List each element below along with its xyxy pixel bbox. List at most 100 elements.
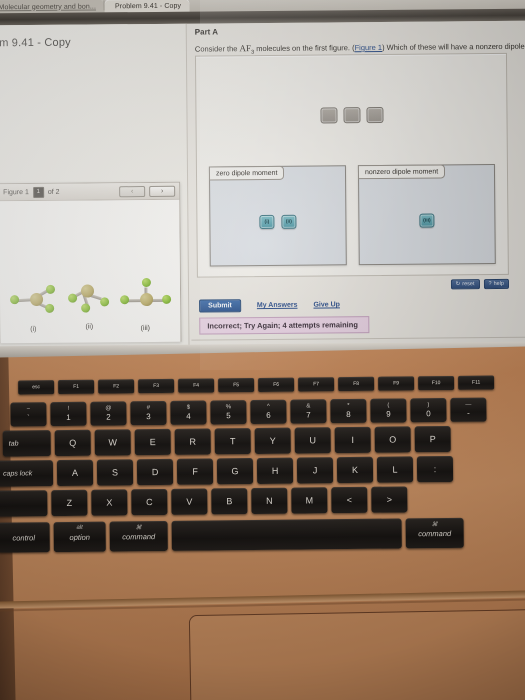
key-f1[interactable]: F1 bbox=[58, 379, 95, 395]
key-c[interactable]: C bbox=[131, 488, 168, 516]
key-7[interactable]: & 7 bbox=[290, 399, 327, 424]
key-4[interactable]: $ 4 bbox=[170, 400, 207, 425]
key-f[interactable]: F bbox=[176, 458, 214, 485]
key-f3[interactable]: F3 bbox=[138, 378, 175, 394]
source-tile[interactable] bbox=[319, 107, 338, 124]
key-v[interactable]: V bbox=[171, 488, 208, 515]
key-k[interactable]: K bbox=[336, 456, 374, 484]
key-shift-left[interactable]: ft bbox=[0, 490, 48, 517]
keyboard-number-row[interactable]: ~ ` ! 1 @ 2 # 3 $ 4 % 5 ^ 6 & 7 * 8 (9 … bbox=[10, 397, 487, 427]
key-lower: 1 bbox=[66, 412, 71, 422]
key-esc[interactable]: esc bbox=[18, 380, 55, 395]
keyboard-modifier-row[interactable]: control alt option ⌘ command ⌘ command bbox=[0, 517, 464, 553]
key-f9[interactable]: F9 bbox=[378, 376, 415, 391]
key-upper: * bbox=[347, 403, 350, 410]
key-w[interactable]: W bbox=[94, 429, 131, 456]
key-control[interactable]: control bbox=[0, 522, 50, 553]
keyboard-function-row[interactable]: esc F1 F2 F3 F4 F5 F6 F7 F8 F9 F10 F11 bbox=[18, 375, 495, 395]
answer-tile[interactable]: (ii) bbox=[281, 214, 297, 229]
key-f6[interactable]: F6 bbox=[258, 377, 295, 392]
key-tab[interactable]: tab bbox=[2, 430, 51, 457]
key-command-left[interactable]: ⌘ command bbox=[109, 520, 168, 552]
key-f2[interactable]: F2 bbox=[98, 379, 135, 394]
key-m[interactable]: M bbox=[291, 487, 328, 514]
key-q[interactable]: Q bbox=[54, 429, 91, 457]
key-f11[interactable]: F11 bbox=[458, 375, 495, 390]
figure-next-button[interactable]: › bbox=[149, 185, 176, 197]
key-2[interactable]: @ 2 bbox=[90, 401, 127, 426]
key-period[interactable]: > bbox=[371, 486, 408, 513]
key-a[interactable]: A bbox=[56, 459, 94, 487]
key-lower: 2 bbox=[106, 412, 111, 422]
key-command-right[interactable]: ⌘ command bbox=[405, 517, 464, 549]
source-tile-tray[interactable] bbox=[196, 106, 506, 125]
figure-label: Figure 1 bbox=[3, 188, 29, 196]
help-button[interactable]: ? help bbox=[483, 278, 510, 290]
action-row: Submit My Answers Give Up bbox=[199, 298, 340, 313]
figure-prev-button[interactable]: ‹ bbox=[119, 185, 146, 197]
key-3[interactable]: # 3 bbox=[130, 400, 167, 426]
source-tile[interactable] bbox=[342, 107, 361, 124]
key-h[interactable]: H bbox=[256, 457, 294, 484]
page-title: em 9.41 - Copy bbox=[0, 36, 71, 50]
key-p[interactable]: P bbox=[414, 425, 451, 453]
key-z[interactable]: Z bbox=[51, 489, 88, 517]
key-x[interactable]: X bbox=[91, 489, 128, 516]
key-minus[interactable]: — - bbox=[450, 397, 487, 422]
key-l[interactable]: L bbox=[376, 456, 414, 483]
submit-button[interactable]: Submit bbox=[199, 299, 241, 313]
key-semicolon[interactable]: : bbox=[416, 455, 454, 483]
key-e[interactable]: E bbox=[134, 428, 171, 456]
keyboard-home-row[interactable]: caps lock A S D F G H J K L : bbox=[0, 455, 454, 487]
key-6[interactable]: ^ 6 bbox=[250, 399, 287, 425]
key-8[interactable]: * 8 bbox=[330, 398, 367, 424]
drag-drop-answer-area[interactable]: zero dipole moment (i) (ii) nonzero dipo… bbox=[194, 52, 509, 278]
key-5[interactable]: % 5 bbox=[210, 400, 247, 425]
keyboard-bottom-letter-row[interactable]: ft Z X C V B N M < > bbox=[0, 486, 408, 517]
answer-tile[interactable]: (iii) bbox=[419, 213, 435, 228]
figure-number-select[interactable]: 1 bbox=[32, 186, 44, 198]
key-caps-lock[interactable]: caps lock bbox=[0, 460, 54, 487]
keyboard[interactable]: esc F1 F2 F3 F4 F5 F6 F7 F8 F9 F10 F11 ~… bbox=[0, 375, 525, 611]
key-g[interactable]: G bbox=[216, 458, 254, 485]
my-answers-link[interactable]: My Answers bbox=[257, 302, 298, 309]
bin-zero-dipole[interactable]: zero dipole moment (i) (ii) bbox=[208, 165, 347, 267]
key-upper: ) bbox=[427, 402, 430, 409]
key-f4[interactable]: F4 bbox=[178, 378, 215, 393]
key-f10[interactable]: F10 bbox=[418, 375, 455, 391]
trackpad[interactable] bbox=[188, 608, 525, 700]
key-i[interactable]: I bbox=[334, 426, 371, 454]
key-u[interactable]: U bbox=[294, 427, 331, 454]
key-y[interactable]: Y bbox=[254, 427, 291, 455]
key-t[interactable]: T bbox=[214, 428, 251, 455]
key-1[interactable]: ! 1 bbox=[50, 401, 87, 427]
command-glyph-icon: ⌘ bbox=[431, 522, 438, 529]
give-up-link[interactable]: Give Up bbox=[313, 301, 340, 308]
key-s[interactable]: S bbox=[96, 459, 134, 486]
key-comma[interactable]: < bbox=[331, 486, 368, 514]
bin-nonzero-dipole[interactable]: nonzero dipole moment (iii) bbox=[357, 163, 496, 266]
key-0[interactable]: ) 0 bbox=[410, 398, 447, 423]
answer-tile[interactable]: (i) bbox=[259, 214, 275, 230]
key-option[interactable]: alt option bbox=[53, 521, 106, 553]
source-tile[interactable] bbox=[365, 106, 384, 124]
key-tilde[interactable]: ~ ` bbox=[10, 402, 47, 427]
atom-fluorine bbox=[45, 284, 56, 294]
key-o[interactable]: O bbox=[374, 426, 411, 453]
figure-1-link[interactable]: Figure 1 bbox=[355, 43, 383, 52]
key-f5[interactable]: F5 bbox=[218, 378, 255, 393]
key-upper: ^ bbox=[266, 403, 270, 410]
key-f8[interactable]: F8 bbox=[338, 376, 375, 392]
reset-button[interactable]: ↻ reset bbox=[450, 279, 480, 290]
key-d[interactable]: D bbox=[136, 458, 174, 486]
key-r[interactable]: R bbox=[174, 428, 211, 455]
key-space[interactable] bbox=[171, 518, 402, 551]
key-n[interactable]: N bbox=[251, 487, 288, 515]
key-j[interactable]: J bbox=[296, 457, 334, 484]
browser-tab-inactive[interactable]: Molecular geometry and bon... bbox=[0, 0, 105, 14]
keyboard-qwerty-row[interactable]: tab Q W E R T Y U I O P bbox=[2, 425, 451, 457]
key-f7[interactable]: F7 bbox=[298, 377, 335, 392]
figure-nav[interactable]: ‹ › bbox=[119, 185, 176, 197]
key-b[interactable]: B bbox=[211, 488, 248, 515]
key-9[interactable]: ( 9 bbox=[370, 398, 407, 423]
